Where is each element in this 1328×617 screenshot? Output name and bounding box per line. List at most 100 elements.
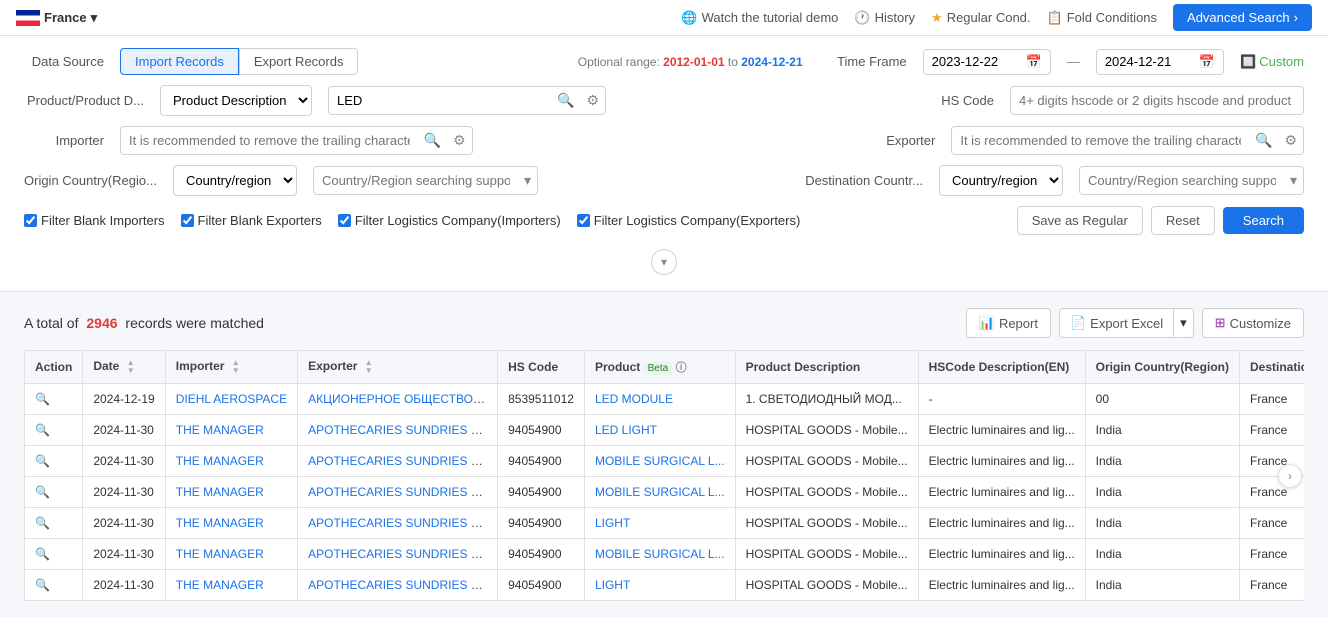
cell-exporter[interactable]: APOTHECARIES SUNDRIES MFG PRI... [298,570,498,601]
product-type-select-wrap[interactable]: Product Description [160,85,312,116]
cell-exporter[interactable]: APOTHECARIES SUNDRIES MFG PRI... [298,446,498,477]
importer-sort[interactable]: ▲▼ [232,359,240,375]
cell-product[interactable]: MOBILE SURGICAL L... [584,477,735,508]
product-info-icon[interactable]: ⓘ [676,362,687,374]
date-sort[interactable]: ▲▼ [127,359,135,375]
row-search-icon[interactable]: 🔍 [35,454,50,468]
hs-code-input[interactable] [1010,86,1304,115]
cell-product[interactable]: LIGHT [584,508,735,539]
import-records-tab[interactable]: Import Records [120,48,239,75]
custom-link[interactable]: 🔲 Custom [1240,54,1304,70]
exporter-link[interactable]: APOTHECARIES SUNDRIES MFG PRI... [308,547,498,561]
importer-link[interactable]: THE MANAGER [176,454,264,468]
importer-config-icon-btn[interactable]: ⚙ [447,128,472,153]
exporter-link[interactable]: APOTHECARIES SUNDRIES MFG PRI... [308,516,498,530]
cell-exporter[interactable]: APOTHECARIES SUNDRIES MFG PRI... [298,477,498,508]
filter-blank-importers-checkbox[interactable]: Filter Blank Importers [24,213,165,228]
fold-conditions-link[interactable]: 📋 Fold Conditions [1047,10,1158,26]
cell-exporter[interactable]: APOTHECARIES SUNDRIES MFG PRI... [298,539,498,570]
col-exporter[interactable]: Exporter ▲▼ [298,351,498,384]
origin-country-input[interactable] [314,167,518,194]
time-frame-start-wrap[interactable]: 📅 [923,49,1051,75]
product-link[interactable]: LIGHT [595,516,630,530]
product-link[interactable]: MOBILE SURGICAL L... [595,454,725,468]
regular-cond-link[interactable]: ★ Regular Cond. [931,10,1030,26]
cell-product[interactable]: LED LIGHT [584,415,735,446]
country-dropdown-icon[interactable]: ▾ [91,10,98,26]
save-as-regular-button[interactable]: Save as Regular [1017,206,1143,235]
dest-country-select[interactable]: Country/region [940,166,1062,195]
exporter-link[interactable]: APOTHECARIES SUNDRIES MFG PRI... [308,578,498,592]
calendar-end-icon[interactable]: 📅 [1199,54,1215,70]
row-search-icon[interactable]: 🔍 [35,547,50,561]
product-type-select[interactable]: Product Description [161,86,311,115]
history-link[interactable]: 🕐 History [854,10,915,26]
origin-country-select-wrap[interactable]: Country/region [173,165,297,196]
importer-link[interactable]: THE MANAGER [176,578,264,592]
reset-button[interactable]: Reset [1151,206,1215,235]
time-frame-end-wrap[interactable]: 📅 [1096,49,1224,75]
row-search-icon[interactable]: 🔍 [35,392,50,406]
advanced-search-button[interactable]: Advanced Search › [1173,4,1312,31]
cell-importer[interactable]: THE MANAGER [165,508,297,539]
cell-importer[interactable]: DIEHL AEROSPACE [165,384,297,415]
importer-link[interactable]: THE MANAGER [176,516,264,530]
exporter-link[interactable]: АКЦИОНЕРНОЕ ОБЩЕСТВО ЭЙР А... [308,392,498,406]
filter-logistics-exporters-checkbox[interactable]: Filter Logistics Company(Exporters) [577,213,801,228]
cell-exporter[interactable]: АКЦИОНЕРНОЕ ОБЩЕСТВО ЭЙР А... [298,384,498,415]
product-config-icon-btn[interactable]: ⚙ [580,88,605,113]
product-link[interactable]: LED MODULE [595,392,673,406]
cell-importer[interactable]: THE MANAGER [165,477,297,508]
row-search-icon[interactable]: 🔍 [35,578,50,592]
importer-link[interactable]: THE MANAGER [176,485,264,499]
importer-link[interactable]: THE MANAGER [176,547,264,561]
cell-importer[interactable]: THE MANAGER [165,570,297,601]
importer-search-icon-btn[interactable]: 🔍 [418,128,447,153]
dest-country-select-wrap[interactable]: Country/region [939,165,1063,196]
origin-country-dropdown-icon[interactable]: ▾ [518,168,537,193]
product-search-icon-btn[interactable]: 🔍 [551,88,580,113]
exporter-config-icon-btn[interactable]: ⚙ [1278,128,1303,153]
product-input[interactable] [329,87,551,114]
customize-button[interactable]: ⊞ Customize [1202,308,1304,338]
cell-exporter[interactable]: APOTHECARIES SUNDRIES MFG PRI... [298,415,498,446]
col-importer[interactable]: Importer ▲▼ [165,351,297,384]
collapse-button[interactable]: ▾ [651,249,677,275]
export-dropdown-button[interactable]: ▾ [1173,309,1193,337]
row-search-icon[interactable]: 🔍 [35,423,50,437]
row-search-icon[interactable]: 🔍 [35,516,50,530]
origin-country-select[interactable]: Country/region [174,166,296,195]
product-link[interactable]: MOBILE SURGICAL L... [595,485,725,499]
export-excel-button[interactable]: 📄 Export Excel [1060,309,1173,337]
calendar-start-icon[interactable]: 📅 [1026,54,1042,70]
report-button[interactable]: 📊 Report [966,308,1051,338]
filter-blank-exporters-checkbox[interactable]: Filter Blank Exporters [181,213,322,228]
importer-input[interactable] [121,127,418,154]
row-search-icon[interactable]: 🔍 [35,485,50,499]
cell-importer[interactable]: THE MANAGER [165,446,297,477]
col-date[interactable]: Date ▲▼ [83,351,165,384]
exporter-link[interactable]: APOTHECARIES SUNDRIES MFG PRI... [308,454,498,468]
cell-importer[interactable]: THE MANAGER [165,539,297,570]
importer-link[interactable]: DIEHL AEROSPACE [176,392,287,406]
cell-product[interactable]: LIGHT [584,570,735,601]
exporter-link[interactable]: APOTHECARIES SUNDRIES MFG PRI... [308,485,498,499]
scroll-right-indicator[interactable]: › [1278,464,1302,488]
time-frame-end-input[interactable] [1105,54,1195,69]
cell-product[interactable]: LED MODULE [584,384,735,415]
exporter-input[interactable] [952,127,1249,154]
export-records-tab[interactable]: Export Records [239,48,359,75]
product-link[interactable]: LED LIGHT [595,423,657,437]
filter-logistics-importers-checkbox[interactable]: Filter Logistics Company(Importers) [338,213,561,228]
importer-link[interactable]: THE MANAGER [176,423,264,437]
country-selector[interactable]: France ▾ [16,10,97,26]
exporter-sort[interactable]: ▲▼ [365,359,373,375]
product-link[interactable]: LIGHT [595,578,630,592]
dest-country-dropdown-icon[interactable]: ▾ [1284,168,1303,193]
time-frame-start-input[interactable] [932,54,1022,69]
exporter-link[interactable]: APOTHECARIES SUNDRIES MFG PRI... [308,423,498,437]
cell-exporter[interactable]: APOTHECARIES SUNDRIES MFG PRI... [298,508,498,539]
cell-product[interactable]: MOBILE SURGICAL L... [584,539,735,570]
cell-importer[interactable]: THE MANAGER [165,415,297,446]
exporter-search-icon-btn[interactable]: 🔍 [1249,128,1278,153]
